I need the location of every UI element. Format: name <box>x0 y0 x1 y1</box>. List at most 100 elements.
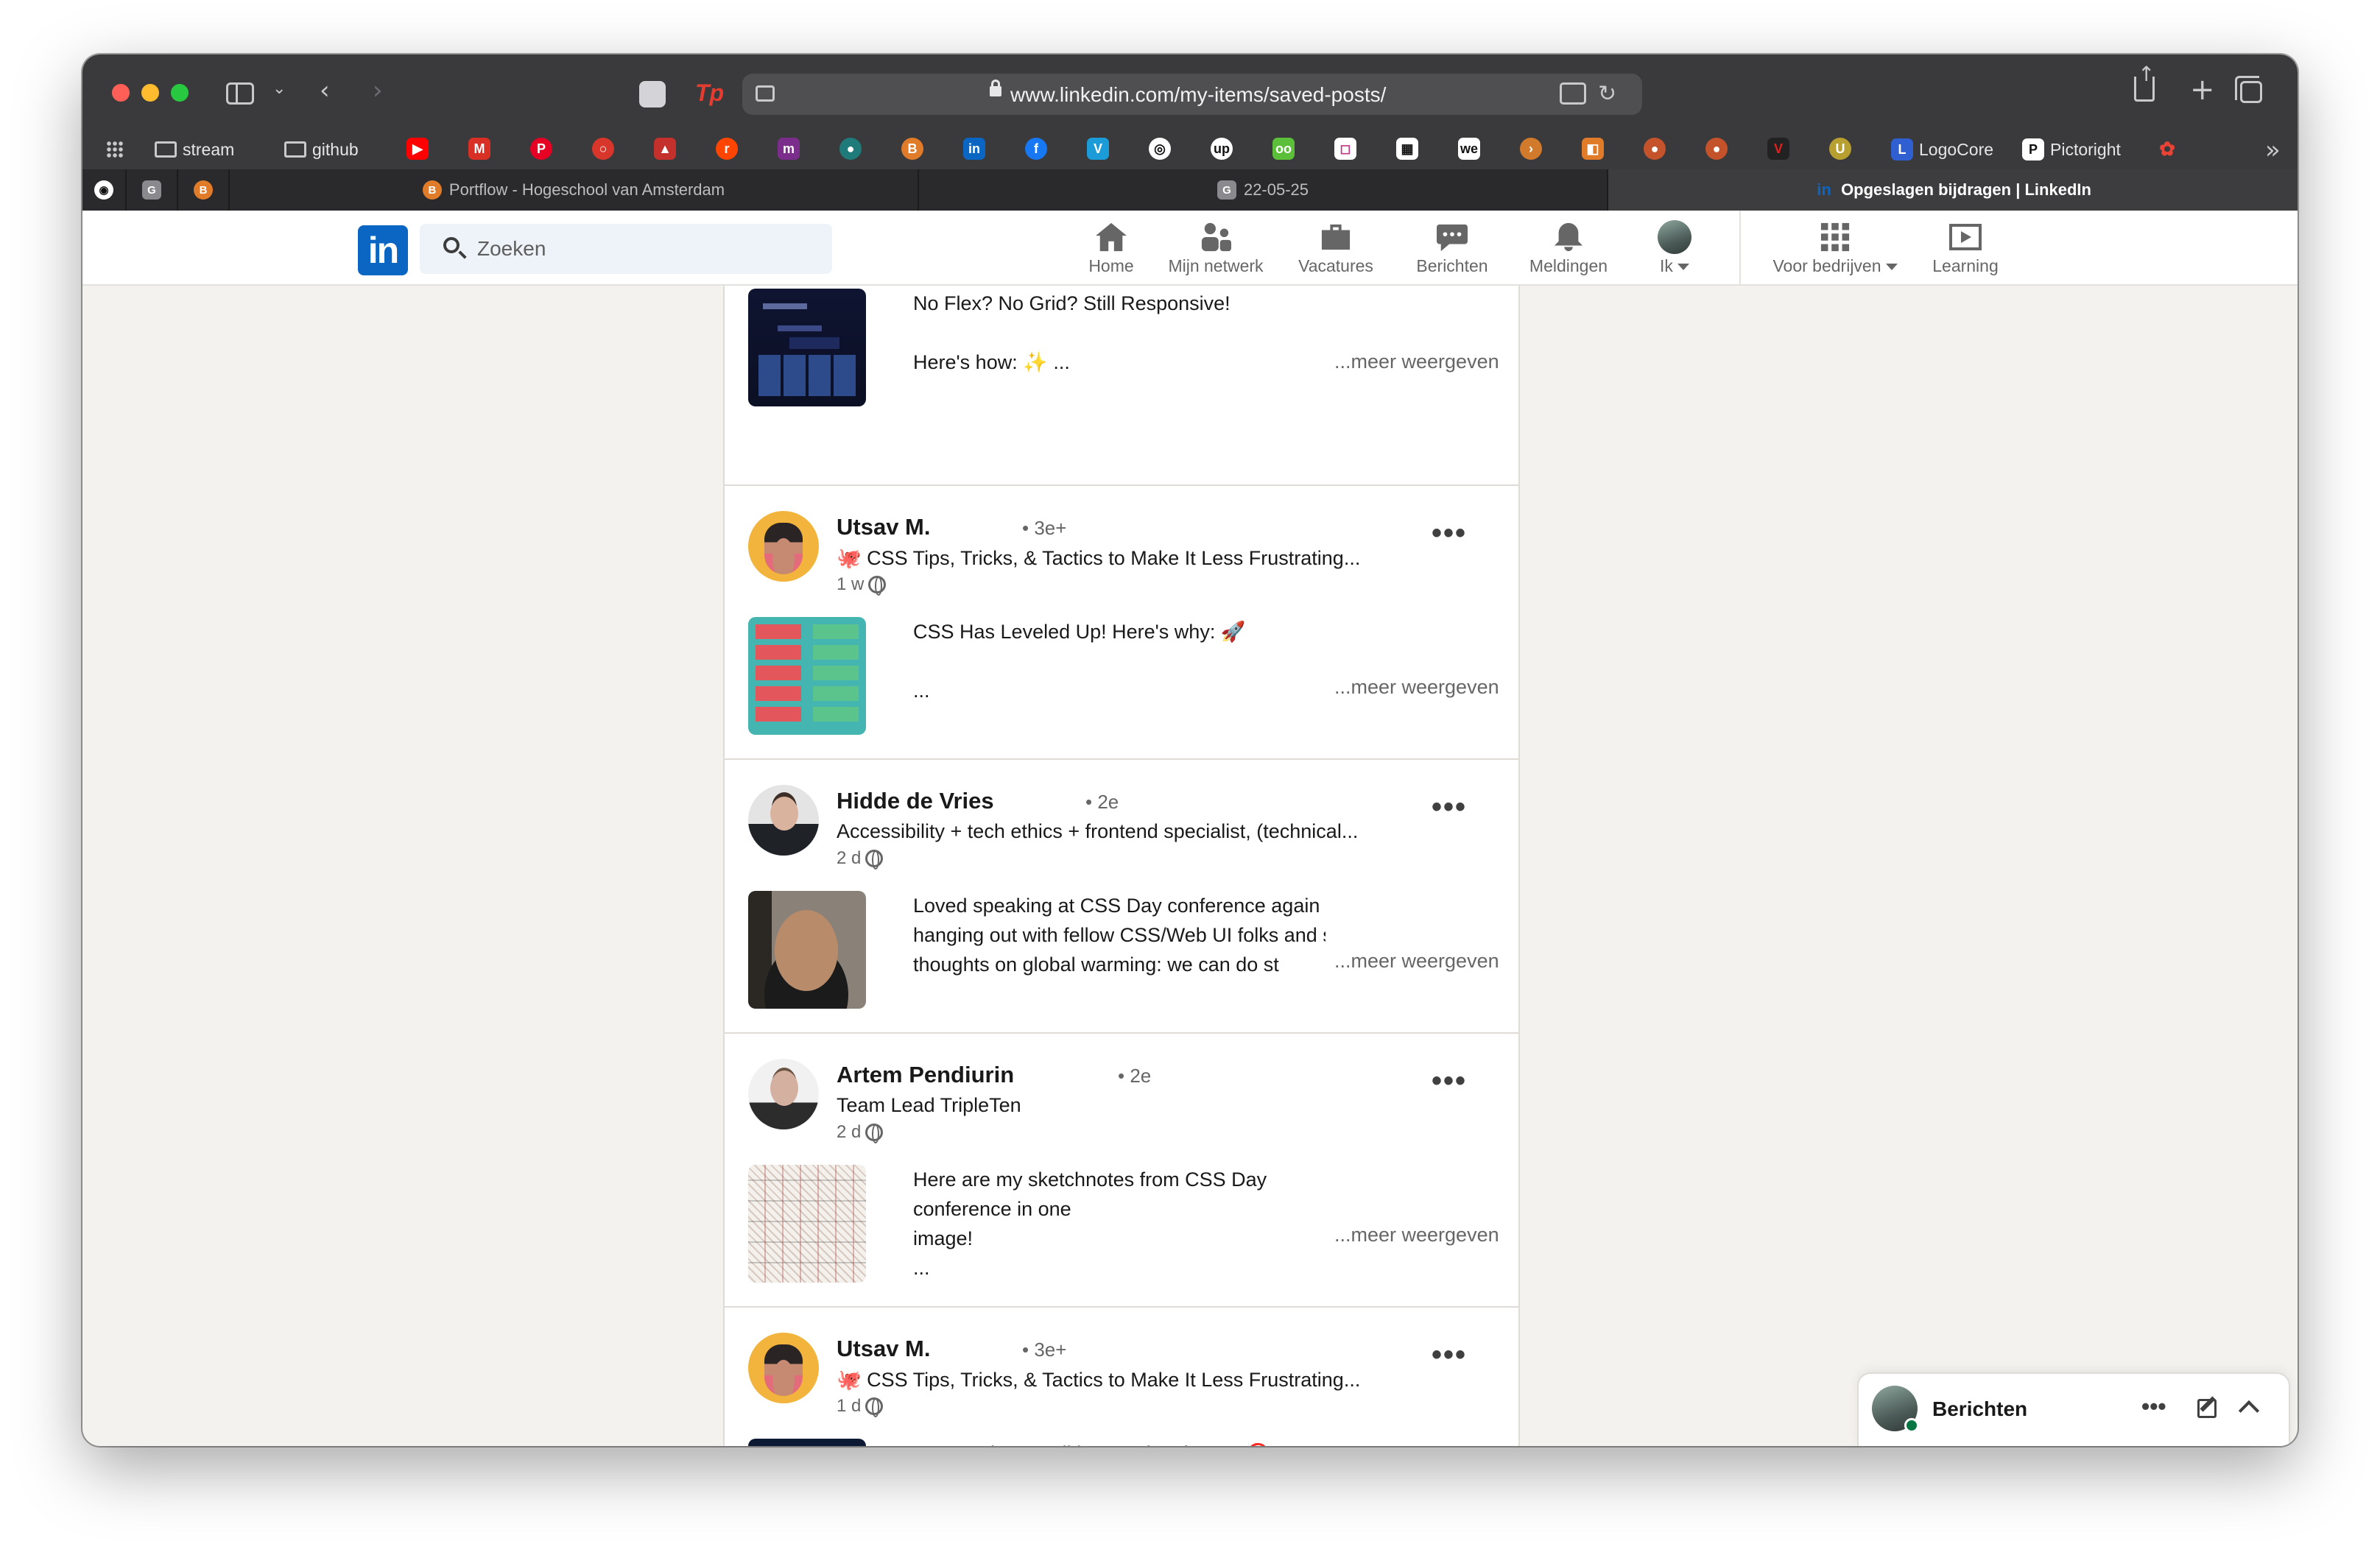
author-name[interactable]: Artem Pendiurin <box>837 1062 1014 1088</box>
nav-messaging[interactable]: Berichten <box>1401 219 1504 283</box>
back-icon[interactable]: ‹ <box>320 78 330 103</box>
tab-linkedin[interactable]: in Opgeslagen bijdragen | LinkedIn <box>1608 169 2298 211</box>
search-input[interactable] <box>477 233 816 265</box>
reload-icon[interactable]: ↻ <box>1598 81 1616 107</box>
pinned-tab-github[interactable]: ◉ <box>82 169 127 211</box>
post-body[interactable]: No Flex? No Grid? Still Responsive! Here… <box>913 289 1311 377</box>
vimeo-icon[interactable]: V <box>1087 138 1109 160</box>
more-options-icon[interactable]: ••• <box>1432 1340 1467 1369</box>
show-more-link[interactable]: ...meer weergeven <box>1330 1224 1499 1247</box>
show-more-link[interactable]: ...meer weergeven <box>1330 950 1499 973</box>
bookmark-orange-icon[interactable]: ◧ <box>1582 138 1604 160</box>
bookmark-m-icon[interactable]: m <box>778 138 800 160</box>
more-options-icon[interactable]: ••• <box>2141 1393 2166 1420</box>
more-options-icon[interactable]: ••• <box>1432 792 1467 822</box>
nav-network[interactable]: Mijn netwerk <box>1149 219 1283 283</box>
facebook-icon[interactable]: f <box>1025 138 1047 160</box>
share-icon[interactable] <box>2134 62 2155 102</box>
reddit-icon[interactable]: r <box>716 138 738 160</box>
forward-icon[interactable]: › <box>373 78 383 103</box>
bookmark-green-icon[interactable]: oo <box>1272 138 1295 160</box>
search-box[interactable] <box>420 224 832 274</box>
messaging-title[interactable]: Berichten <box>1932 1397 2027 1421</box>
upwork-icon[interactable]: up <box>1211 138 1233 160</box>
address-url[interactable]: www.linkedin.com/my-items/saved-posts/ <box>1010 83 1386 107</box>
sidebar-toggle-icon[interactable] <box>226 82 254 105</box>
show-more-link[interactable]: ...meer weergeven <box>1330 350 1499 373</box>
linkedin-logo[interactable]: in <box>358 225 408 275</box>
nav-me[interactable]: Ik <box>1638 219 1711 283</box>
messaging-overlay[interactable]: Berichten ••• <box>1859 1374 2289 1446</box>
chevron-down-icon[interactable]: ⌄ <box>272 81 286 97</box>
bookmark-we-icon[interactable]: we <box>1458 138 1480 160</box>
openai-icon[interactable]: ◎ <box>1149 138 1171 160</box>
gmail-icon[interactable]: M <box>468 138 490 160</box>
bookmark-u-icon[interactable]: U <box>1829 138 1851 160</box>
linkedin-bookmark-icon[interactable]: in <box>963 138 985 160</box>
apps-grid-icon[interactable] <box>106 141 124 158</box>
post-thumbnail[interactable] <box>748 1439 866 1446</box>
author-name[interactable]: Hidde de Vries <box>837 788 994 814</box>
nav-label: Vacatures <box>1298 256 1373 275</box>
post-card: Utsav M. • 3e+ 🐙 CSS Tips, Tricks, & Tac… <box>725 486 1518 760</box>
author-avatar[interactable] <box>748 1333 819 1403</box>
compose-icon[interactable] <box>2197 1399 2217 1418</box>
post-thumbnail[interactable] <box>748 289 866 406</box>
bookmark-red-icon[interactable]: ○ <box>592 138 614 160</box>
post-body-line: image! <box>913 1227 974 1249</box>
bookmark-arrow-icon[interactable]: › <box>1520 138 1542 160</box>
post-body[interactable]: Loved speaking at CSS Day conference aga… <box>913 891 1325 979</box>
tab-portflow[interactable]: B Portflow - Hogeschool van Amsterdam <box>230 169 919 211</box>
blogger-icon[interactable]: B <box>901 138 923 160</box>
post-thumbnail[interactable] <box>748 1165 866 1283</box>
author-avatar[interactable] <box>748 511 819 582</box>
more-options-icon[interactable]: ••• <box>1432 1066 1467 1096</box>
bookmark-circle-icon[interactable]: ● <box>839 138 862 160</box>
author-avatar[interactable] <box>748 1059 819 1129</box>
translate-icon[interactable] <box>1560 82 1586 105</box>
nav-business[interactable]: Voor bedrijven <box>1754 219 1916 283</box>
new-tab-icon[interactable]: + <box>2190 75 2215 105</box>
author-name[interactable]: Utsav M. <box>837 514 930 540</box>
bookmark-triangle-icon[interactable]: ▲ <box>654 138 676 160</box>
bookmark-logocore[interactable]: L LogoCore <box>1891 138 1993 161</box>
minimize-window-button[interactable] <box>141 84 159 102</box>
author-name[interactable]: Utsav M. <box>837 1336 930 1362</box>
more-options-icon[interactable]: ••• <box>1432 518 1467 548</box>
bookmark-pictoright[interactable]: P Pictoright <box>2022 138 2121 161</box>
tab-date[interactable]: G 22-05-25 <box>919 169 1608 211</box>
post-thumbnail[interactable] <box>748 891 866 1009</box>
photos-icon[interactable]: ✿ <box>2156 138 2178 160</box>
bookmark-folder-github[interactable]: github <box>284 138 359 161</box>
pinterest-icon[interactable]: P <box>530 138 552 160</box>
nav-jobs[interactable]: Vacatures <box>1280 219 1392 283</box>
tab-overview-icon[interactable] <box>2235 76 2262 103</box>
post-thumbnail[interactable] <box>748 617 866 735</box>
post-body[interactable]: How to change all input colors in CSS🎯 <box>913 1439 1311 1446</box>
bookmark-v-icon[interactable]: V <box>1767 138 1789 160</box>
pinned-tab-g[interactable]: G <box>127 169 178 211</box>
youtube-icon[interactable]: ▶ <box>406 138 429 160</box>
author-avatar[interactable] <box>748 785 819 856</box>
nav-notifications[interactable]: Meldingen <box>1511 219 1626 283</box>
show-more-link[interactable]: ...meer weergeven <box>1330 676 1499 699</box>
bookmark-round-icon-2[interactable]: ● <box>1705 138 1728 160</box>
page-menu-icon[interactable] <box>756 85 775 102</box>
close-window-button[interactable] <box>112 84 130 102</box>
instagram-icon[interactable]: ◻ <box>1334 138 1356 160</box>
extension-tp-icon[interactable]: Tp <box>695 80 724 107</box>
extension-icon[interactable] <box>639 81 666 107</box>
more-bookmarks-icon[interactable]: » <box>2265 135 2281 165</box>
post-body[interactable]: CSS Has Leveled Up! Here's why: 🚀 ... <box>913 617 1311 705</box>
bookmark-grid-icon[interactable]: ▦ <box>1396 138 1418 160</box>
bookmark-round-icon[interactable]: ● <box>1644 138 1666 160</box>
post-body[interactable]: Here are my sketchnotes from CSS Day con… <box>913 1165 1325 1283</box>
bookmark-folder-stream[interactable]: stream <box>155 138 234 161</box>
chevron-up-icon[interactable] <box>2238 1400 2260 1422</box>
nav-home[interactable]: Home <box>1071 219 1152 283</box>
logocore-icon: L <box>1891 138 1913 161</box>
address-bar[interactable]: www.linkedin.com/my-items/saved-posts/ ↻ <box>742 74 1642 115</box>
nav-learning[interactable]: Learning <box>1918 219 2013 283</box>
zoom-window-button[interactable] <box>171 84 189 102</box>
pinned-tab-b[interactable]: B <box>178 169 230 211</box>
